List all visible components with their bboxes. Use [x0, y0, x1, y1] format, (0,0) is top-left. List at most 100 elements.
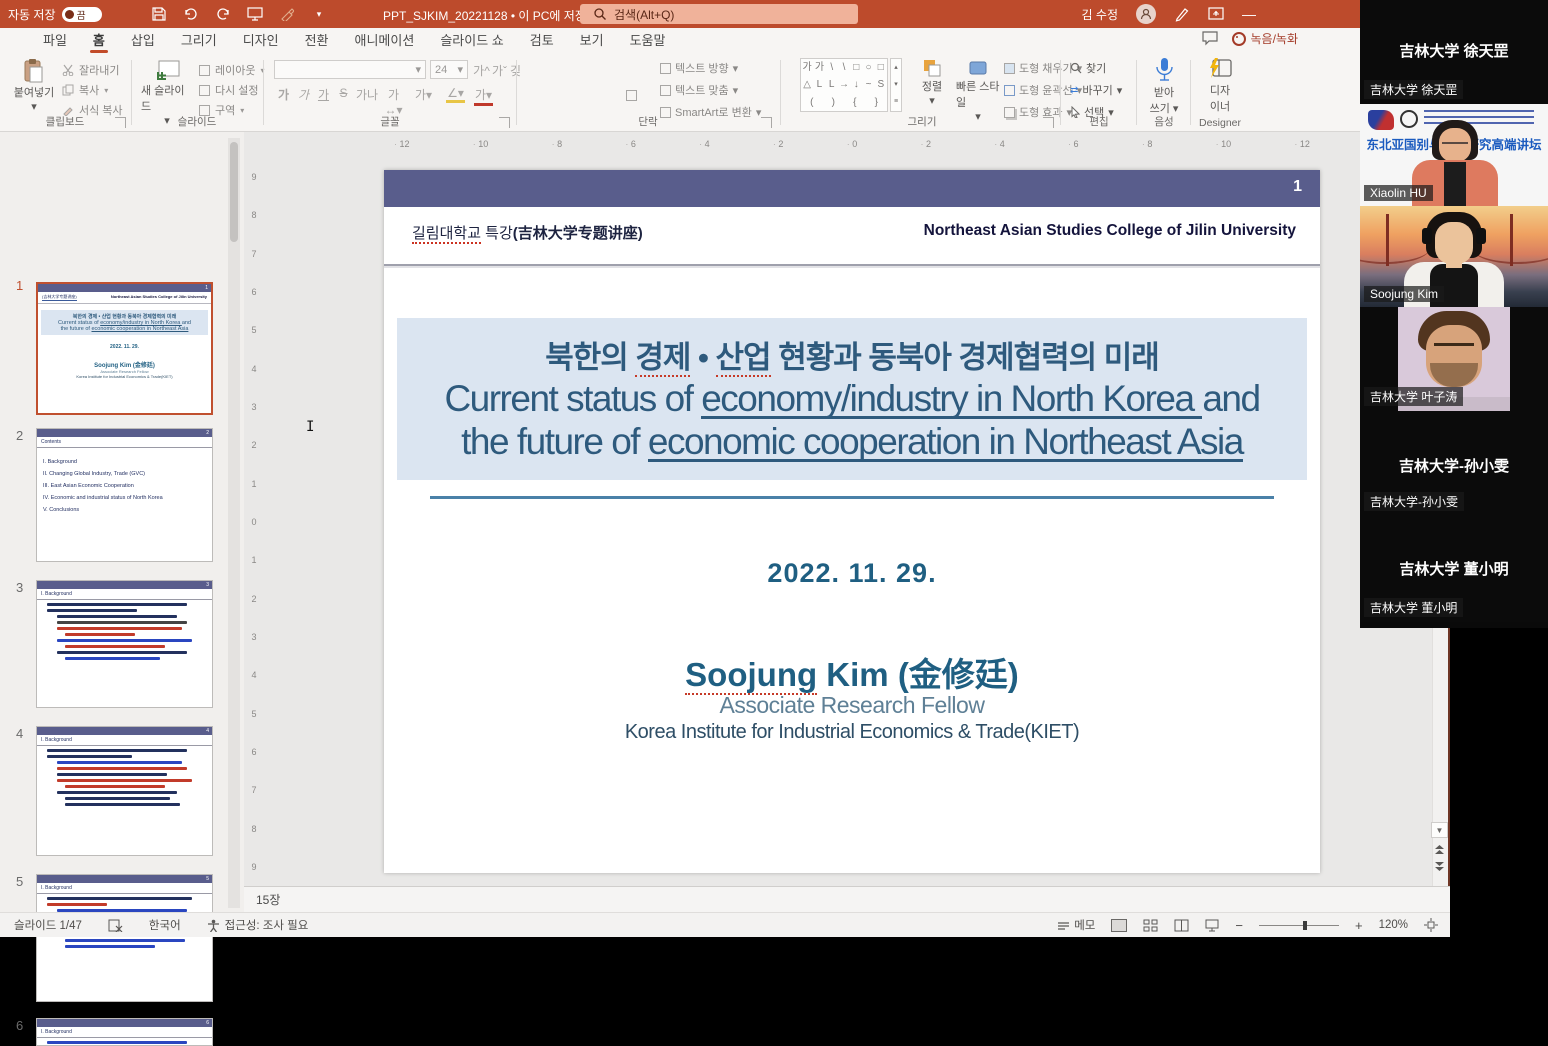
- participant-tile[interactable]: 吉林大学 叶子涛: [1360, 307, 1548, 411]
- participant-label: 吉林大学 徐天罡: [1364, 80, 1463, 99]
- ribbon-display-options-icon[interactable]: [1208, 7, 1224, 21]
- document-title[interactable]: PPT_SJKIM_20221128 • 이 PC에 저장됨 ▾: [383, 7, 605, 24]
- participant-tile[interactable]: 东北亚国别与区域研究高端讲坛 Xiaolin HU: [1360, 104, 1548, 206]
- underline-button[interactable]: 가: [314, 86, 333, 103]
- shapes-gallery[interactable]: 가가\\□○□△LL→↓~S(){}: [800, 58, 888, 112]
- slide-header-right[interactable]: Northeast Asian Studies College of Jilin…: [924, 222, 1296, 240]
- notes-pane[interactable]: 15장: [244, 886, 1450, 912]
- slideshow-view-button[interactable]: [1205, 919, 1219, 932]
- tab-animations[interactable]: 애니메이션: [342, 28, 428, 54]
- highlight-color-button[interactable]: ∠▾: [446, 86, 465, 103]
- ink-pen-icon[interactable]: [1174, 6, 1190, 22]
- font-size-combobox[interactable]: 24▾: [430, 60, 468, 79]
- grow-font-button[interactable]: 가^: [472, 62, 491, 79]
- save-icon[interactable]: [150, 5, 168, 23]
- thumbnail-slide-4[interactable]: 4 I. Background: [36, 726, 213, 856]
- tab-draw[interactable]: 그리기: [168, 28, 230, 54]
- participant-tile[interactable]: 吉林大学-孙小雯 吉林大学-孙小雯: [1360, 411, 1548, 516]
- slide-header-left[interactable]: 길림대학교 특강(吉林大学专题讲座): [412, 222, 643, 243]
- minimize-button[interactable]: —: [1242, 6, 1256, 22]
- font-dialog-launcher-icon[interactable]: [499, 117, 510, 128]
- replace-button[interactable]: ⇄ 바꾸기▾: [1070, 80, 1122, 100]
- tab-review[interactable]: 검토: [517, 28, 567, 54]
- participant-tile[interactable]: 吉林大学 董小明 吉林大学 董小明: [1360, 516, 1548, 622]
- strikethrough-button[interactable]: S: [334, 86, 353, 100]
- font-color-button[interactable]: 가▾: [474, 86, 493, 106]
- font-name-combobox[interactable]: ▾: [274, 60, 426, 79]
- autosave-control[interactable]: 자동 저장 끔: [8, 6, 102, 23]
- previous-slide-button[interactable]: [1431, 842, 1448, 858]
- participant-tile[interactable]: Soojung Kim: [1360, 206, 1548, 307]
- autosave-toggle[interactable]: 끔: [62, 7, 102, 22]
- avatar[interactable]: [1136, 4, 1156, 24]
- arrange-button[interactable]: 정렬 ▾: [912, 58, 952, 107]
- tab-design[interactable]: 디자인: [230, 28, 292, 54]
- comments-icon[interactable]: [1202, 31, 1218, 46]
- zoom-slider[interactable]: [1259, 925, 1339, 926]
- designer-button[interactable]: 디자 이너: [1200, 56, 1240, 114]
- dictate-button[interactable]: 받아 쓰기 ▾: [1144, 56, 1184, 116]
- slideshow-icon[interactable]: [246, 5, 264, 23]
- next-slide-button[interactable]: [1431, 858, 1448, 874]
- normal-view-button[interactable]: [1111, 919, 1127, 932]
- format-painter-icon[interactable]: [278, 5, 296, 23]
- accessibility-status[interactable]: 접근성: 조사 필요: [207, 917, 309, 933]
- thumbnail-scrollbar-thumb[interactable]: [230, 142, 238, 242]
- thumbnail-slide-5[interactable]: 5 I. Background: [36, 874, 213, 1002]
- layout-button[interactable]: 레이아웃▾: [199, 62, 265, 78]
- tab-home[interactable]: 홈: [80, 28, 118, 54]
- tab-help[interactable]: 도움말: [617, 28, 679, 54]
- notes-toggle-button[interactable]: 메모: [1057, 917, 1095, 933]
- bold-button[interactable]: 가: [274, 86, 293, 103]
- record-button[interactable]: 녹음/녹화: [1232, 30, 1299, 47]
- qat-customize-icon[interactable]: ▾: [310, 5, 328, 23]
- paste-dropdown-icon[interactable]: ▾: [31, 100, 37, 113]
- change-case-button[interactable]: 가▾: [414, 86, 433, 103]
- slide-sorter-view-button[interactable]: [1143, 919, 1158, 932]
- zoom-slider-thumb[interactable]: [1303, 921, 1307, 930]
- thumbnail-scrollbar[interactable]: [228, 138, 240, 908]
- undo-icon[interactable]: [182, 5, 200, 23]
- thumbnail-slide-6[interactable]: 6 I. Background: [36, 1018, 213, 1046]
- language-indicator[interactable]: 한국어: [149, 917, 181, 933]
- reading-view-button[interactable]: [1174, 919, 1189, 932]
- ruler-number: 0: [251, 517, 256, 527]
- tab-insert[interactable]: 삽입: [118, 28, 168, 54]
- slide-counter[interactable]: 슬라이드 1/47: [14, 917, 82, 933]
- text-direction-button[interactable]: 텍스트 방향▾: [660, 58, 738, 78]
- tab-transitions[interactable]: 전환: [292, 28, 342, 54]
- search-input[interactable]: 검색(Alt+Q): [580, 4, 858, 24]
- thumbnail-slide-3[interactable]: 3 I. Background: [36, 580, 213, 708]
- drawing-dialog-launcher-icon[interactable]: [1043, 117, 1054, 128]
- align-text-button[interactable]: 텍스트 맞춤▾: [660, 80, 738, 100]
- slide-author[interactable]: Soojung Kim (金修廷): [384, 648, 1320, 696]
- paragraph-dialog-launcher-icon[interactable]: [761, 117, 772, 128]
- spellcheck-icon[interactable]: [108, 919, 123, 932]
- redo-icon[interactable]: [214, 5, 232, 23]
- slide-date[interactable]: 2022. 11. 29.: [384, 558, 1320, 589]
- participant-tile[interactable]: 吉林大学 徐天罡 吉林大学 徐天罡: [1360, 0, 1548, 104]
- tab-view[interactable]: 보기: [567, 28, 617, 54]
- copy-button[interactable]: 복사▾: [62, 82, 108, 98]
- italic-button[interactable]: 가: [294, 86, 313, 103]
- shapes-gallery-scroll[interactable]: ▴▾≡: [890, 58, 902, 112]
- slide-canvas[interactable]: 1 길림대학교 특강(吉林大学专题讲座) Northeast Asian Stu…: [384, 170, 1320, 873]
- character-spacing-button[interactable]: 가↔▾: [384, 86, 403, 117]
- find-button[interactable]: 찾기: [1070, 58, 1106, 78]
- thumbnail-slide-2[interactable]: 2 Contents I. Background II. Changing Gl…: [36, 428, 213, 562]
- slide-title-block[interactable]: 북한의 경제 • 산업 현황과 동북아 경제협력의 미래 Current sta…: [397, 318, 1307, 480]
- zoom-in-button[interactable]: +: [1355, 918, 1363, 933]
- zoom-out-button[interactable]: −: [1235, 918, 1243, 933]
- tab-slideshow[interactable]: 슬라이드 쇼: [427, 28, 516, 54]
- columns-button[interactable]: [626, 88, 637, 106]
- zoom-level[interactable]: 120%: [1379, 919, 1408, 931]
- paste-button[interactable]: 붙여넣기 ▾: [12, 58, 56, 113]
- text-shadow-button[interactable]: 가나: [354, 86, 380, 103]
- tab-file[interactable]: 파일: [30, 28, 80, 54]
- scroll-down-button[interactable]: ▼: [1431, 822, 1448, 838]
- fit-to-window-icon[interactable]: [1424, 918, 1438, 932]
- thumbnail-slide-1[interactable]: 1 (吉林大学专题讲座) Northeast Asian Studies Col…: [36, 282, 213, 415]
- cut-button[interactable]: 잘라내기: [62, 62, 119, 78]
- clipboard-dialog-launcher-icon[interactable]: [115, 117, 126, 128]
- reset-button[interactable]: 다시 설정: [199, 82, 259, 98]
